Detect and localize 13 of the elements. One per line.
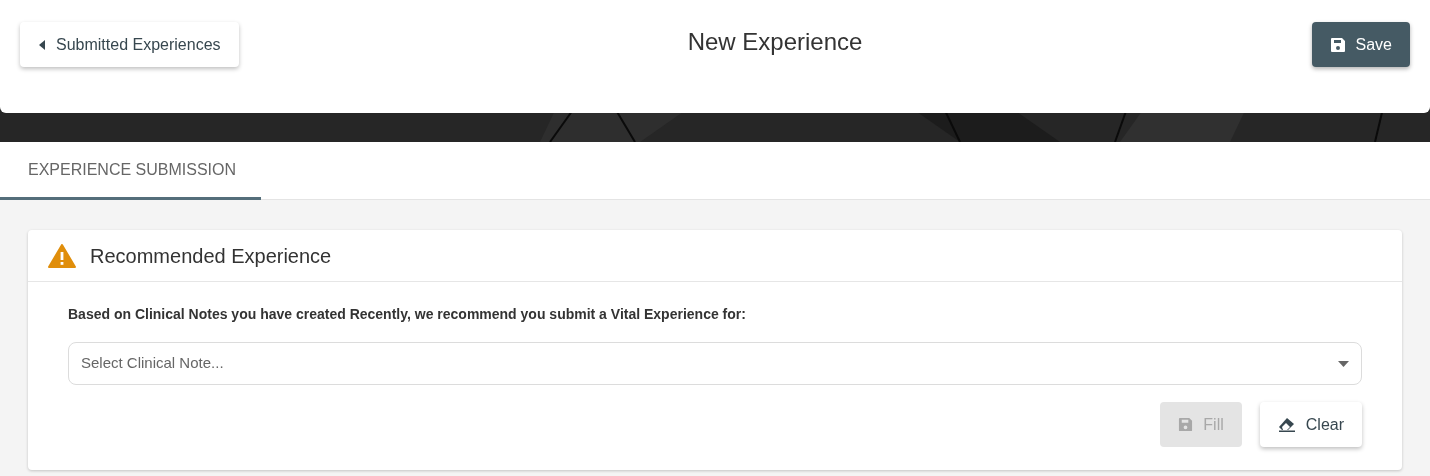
save-button[interactable]: Save: [1311, 22, 1410, 67]
dropdown-caret-icon: [1338, 360, 1349, 367]
warning-icon: [48, 243, 76, 268]
back-button[interactable]: Submitted Experiences: [20, 22, 239, 67]
select-placeholder: Select Clinical Note...: [81, 353, 224, 374]
page-title: New Experience: [687, 27, 863, 57]
eraser-icon: [1277, 417, 1296, 432]
select-field[interactable]: Select Clinical Note...: [68, 342, 1362, 385]
prompt-text: Based on Clinical Notes you have created Recently, we recommend you submit a Vital Experience for:: [68, 305, 747, 324]
tab[interactable]: EXPERIENCE SUBMISSION: [0, 142, 261, 200]
clear-button[interactable]: Clear: [1259, 402, 1362, 447]
caret-left-icon: [38, 39, 46, 50]
card-title: Recommended Experience: [90, 243, 332, 269]
